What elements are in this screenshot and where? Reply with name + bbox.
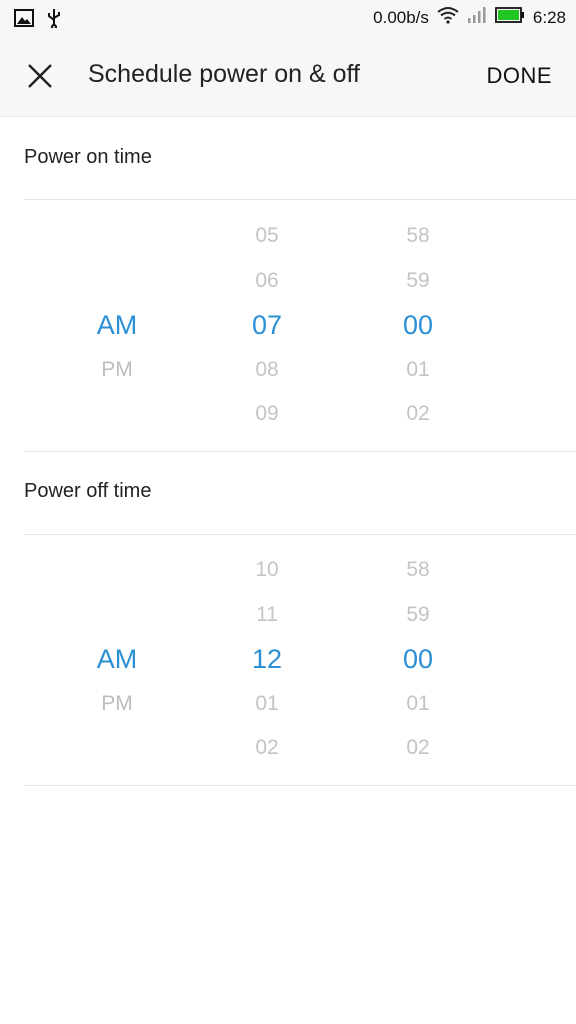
done-button[interactable]: DONE <box>486 63 552 89</box>
ampm-wheel[interactable]: AM PM <box>57 637 177 726</box>
minute-option[interactable]: 02 <box>358 726 478 771</box>
image-icon <box>14 9 34 32</box>
minute-option[interactable]: 02 <box>358 392 478 437</box>
net-speed: 0.00b/s <box>373 7 429 27</box>
minute-option[interactable]: 01 <box>358 348 478 393</box>
divider <box>24 534 576 535</box>
minute-selected[interactable]: 00 <box>358 303 478 348</box>
power-off-label: Power off time <box>24 480 152 502</box>
hour-option[interactable]: 05 <box>207 214 327 259</box>
close-button[interactable] <box>22 58 58 94</box>
ampm-option[interactable]: PM <box>57 682 177 727</box>
power-on-time-picker: AM PM 05 06 07 08 09 58 59 00 01 02 <box>0 214 576 466</box>
app-bar: Schedule power on & off DONE <box>0 36 576 117</box>
divider <box>24 451 576 452</box>
minute-selected[interactable]: 00 <box>358 637 478 682</box>
minute-wheel[interactable]: 58 59 00 01 02 <box>358 214 478 437</box>
minute-option[interactable]: 59 <box>358 259 478 304</box>
power-off-time-picker: AM PM 10 11 12 01 02 58 59 00 01 02 <box>0 548 576 800</box>
close-icon <box>28 64 52 88</box>
hour-option[interactable]: 02 <box>207 726 327 771</box>
battery-icon <box>495 7 525 28</box>
clock: 6:28 <box>532 7 566 27</box>
hour-option[interactable]: 08 <box>207 348 327 393</box>
usb-icon <box>46 8 62 33</box>
minute-wheel[interactable]: 58 59 00 01 02 <box>358 548 478 771</box>
hour-wheel[interactable]: 10 11 12 01 02 <box>207 548 327 771</box>
ampm-wheel[interactable]: AM PM <box>57 303 177 392</box>
hour-wheel[interactable]: 05 06 07 08 09 <box>207 214 327 437</box>
hour-option[interactable]: 01 <box>207 682 327 727</box>
hour-option[interactable]: 06 <box>207 259 327 304</box>
power-on-label: Power on time <box>24 146 152 168</box>
minute-option[interactable]: 58 <box>358 214 478 259</box>
ampm-selected[interactable]: AM <box>57 637 177 682</box>
minute-option[interactable]: 01 <box>358 682 478 727</box>
page-title: Schedule power on & off <box>88 60 360 88</box>
wifi-icon <box>437 6 459 29</box>
signal-icon <box>467 6 487 29</box>
minute-option[interactable]: 58 <box>358 548 478 593</box>
minute-option[interactable]: 59 <box>358 593 478 638</box>
ampm-selected[interactable]: AM <box>57 303 177 348</box>
hour-option[interactable]: 11 <box>207 593 327 638</box>
hour-option[interactable]: 09 <box>207 392 327 437</box>
ampm-option[interactable]: PM <box>57 348 177 393</box>
hour-selected[interactable]: 07 <box>207 303 327 348</box>
hour-selected[interactable]: 12 <box>207 637 327 682</box>
status-bar: 0.00b/s 6:28 <box>0 0 576 36</box>
divider <box>24 199 576 200</box>
divider <box>24 785 576 786</box>
hour-option[interactable]: 10 <box>207 548 327 593</box>
